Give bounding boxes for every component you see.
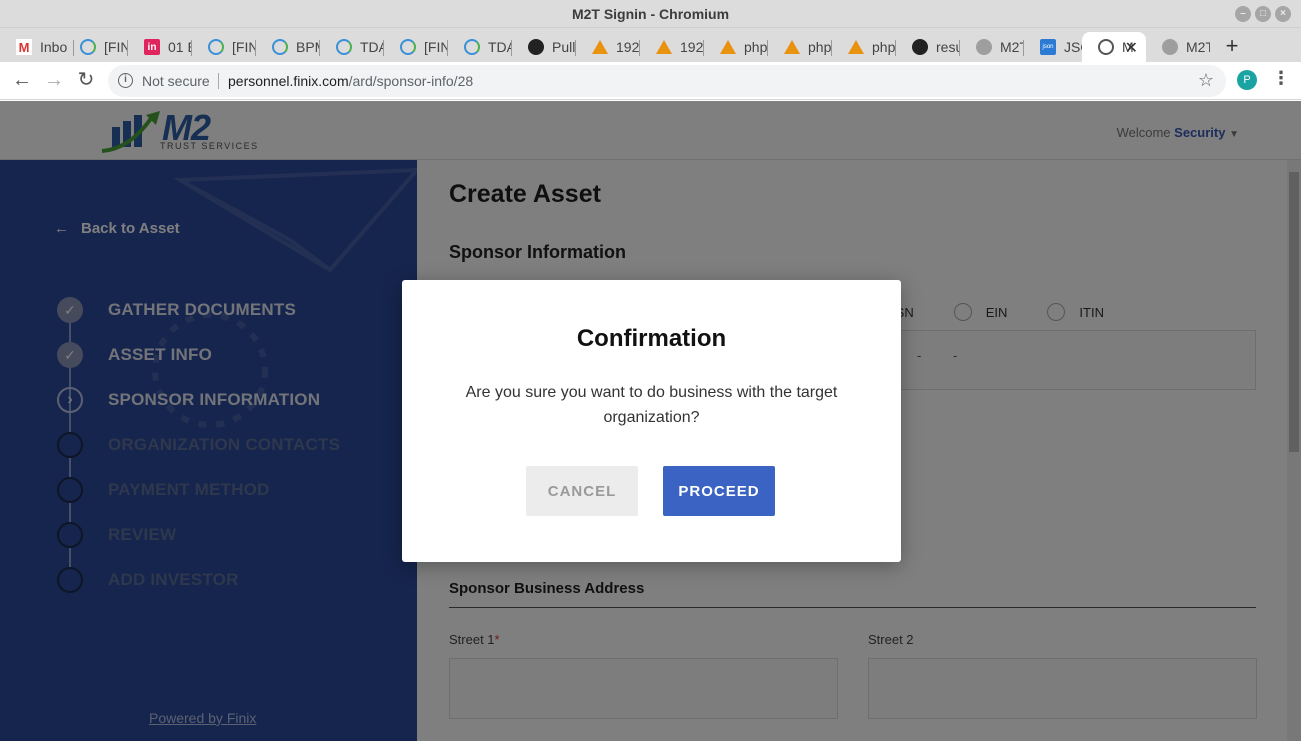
tab-label: Pull bbox=[552, 39, 576, 55]
browser-tab[interactable]: php bbox=[704, 32, 768, 62]
window-titlebar: M2T Signin - Chromium – □ × bbox=[0, 0, 1301, 28]
tab-label: php bbox=[808, 39, 832, 55]
address-bar[interactable]: i Not secure personnel.finix.com/ard/spo… bbox=[108, 65, 1226, 97]
bookmark-star-icon[interactable]: ☆ bbox=[1198, 70, 1214, 91]
reload-icon[interactable]: ↻ bbox=[73, 68, 99, 94]
github-icon bbox=[912, 39, 928, 55]
tab-label: M2T bbox=[1000, 39, 1024, 55]
tab-label: JSO bbox=[1064, 39, 1082, 55]
globe-grey-icon bbox=[976, 39, 992, 55]
sailboat-icon bbox=[784, 40, 800, 54]
close-tab-icon[interactable]: ✕ bbox=[1125, 38, 1138, 58]
close-window-icon[interactable]: × bbox=[1275, 6, 1291, 22]
confirmation-dialog: Confirmation Are you sure you want to do… bbox=[402, 280, 901, 562]
tab-label: M2T bbox=[1186, 39, 1210, 55]
browser-tab[interactable]: in 01 E bbox=[128, 32, 192, 62]
tab-label: 192 bbox=[680, 39, 704, 55]
forward-arrow-icon[interactable]: → bbox=[41, 68, 67, 94]
github-icon bbox=[528, 39, 544, 55]
browser-tab[interactable]: json JSO bbox=[1024, 32, 1082, 62]
globe-icon bbox=[1098, 39, 1114, 55]
tab-label: TDA bbox=[360, 39, 384, 55]
tab-label: BPM bbox=[296, 39, 320, 55]
tab-label: [FIN bbox=[424, 39, 448, 55]
tab-label: php bbox=[872, 39, 896, 55]
tab-label: php bbox=[744, 39, 768, 55]
browser-tab[interactable]: 192 bbox=[576, 32, 640, 62]
browser-toolbar: ← → ↻ i Not secure personnel.finix.com/a… bbox=[0, 62, 1301, 100]
tab-label: TDA bbox=[488, 39, 512, 55]
maximize-icon[interactable]: □ bbox=[1255, 6, 1271, 22]
dialog-message: Are you sure you want to do business wit… bbox=[465, 384, 838, 426]
new-tab-icon[interactable]: + bbox=[1222, 33, 1242, 59]
window-title: M2T Signin - Chromium bbox=[571, 6, 730, 22]
browser-tab[interactable]: [FIN bbox=[192, 32, 256, 62]
minimize-icon[interactable]: – bbox=[1235, 6, 1251, 22]
info-icon[interactable]: i bbox=[118, 73, 133, 88]
sailboat-icon bbox=[720, 40, 736, 54]
tab-label: resu bbox=[936, 39, 960, 55]
browser-tab[interactable]: TDA bbox=[448, 32, 512, 62]
loading-icon bbox=[400, 39, 416, 55]
loading-icon bbox=[336, 39, 352, 55]
profile-avatar[interactable]: P bbox=[1237, 70, 1257, 90]
sailboat-icon bbox=[848, 40, 864, 54]
back-arrow-icon[interactable]: ← bbox=[9, 68, 35, 94]
globe-grey-icon bbox=[1162, 39, 1178, 55]
browser-tab[interactable]: php bbox=[832, 32, 896, 62]
browser-tab[interactable]: [FIN bbox=[384, 32, 448, 62]
url-host: personnel.finix.com bbox=[228, 73, 349, 89]
sailboat-icon bbox=[592, 40, 608, 54]
invision-icon: in bbox=[144, 39, 160, 55]
browser-tab[interactable]: php bbox=[768, 32, 832, 62]
sailboat-icon bbox=[656, 40, 672, 54]
tab-label: [FIN bbox=[232, 39, 256, 55]
browser-tab[interactable]: M2T bbox=[1146, 32, 1210, 62]
browser-tab[interactable]: TDA bbox=[320, 32, 384, 62]
url-path: /ard/sponsor-info/28 bbox=[348, 73, 474, 89]
browser-tab[interactable]: BPM bbox=[256, 32, 320, 62]
browser-tab[interactable]: Pull bbox=[512, 32, 576, 62]
tab-label: 192 bbox=[616, 39, 640, 55]
tab-label: 01 E bbox=[168, 39, 192, 55]
tab-strip: M Inbo [FIN in 01 E [FIN BPM TDA [FIN TD… bbox=[0, 28, 1301, 62]
gmail-icon: M bbox=[16, 39, 32, 55]
more-menu-icon[interactable]: ⋮ bbox=[1272, 68, 1290, 89]
browser-tab[interactable]: M Inbo bbox=[0, 32, 74, 62]
browser-tab[interactable]: M2T bbox=[960, 32, 1024, 62]
loading-icon bbox=[464, 39, 480, 55]
tab-label: [FIN bbox=[104, 39, 128, 55]
loading-icon bbox=[208, 39, 224, 55]
browser-tab-active[interactable]: M ✕ bbox=[1082, 32, 1146, 62]
proceed-button[interactable]: PROCEED bbox=[663, 466, 775, 516]
browser-tab[interactable]: [FIN bbox=[64, 32, 128, 62]
loading-icon bbox=[80, 39, 96, 55]
security-label: Not secure bbox=[142, 73, 210, 89]
browser-tab[interactable]: 192 bbox=[640, 32, 704, 62]
cancel-button[interactable]: CANCEL bbox=[526, 466, 638, 516]
dialog-title: Confirmation bbox=[576, 325, 727, 352]
loading-icon bbox=[272, 39, 288, 55]
json-icon: json bbox=[1040, 39, 1056, 55]
browser-tab[interactable]: resu bbox=[896, 32, 960, 62]
